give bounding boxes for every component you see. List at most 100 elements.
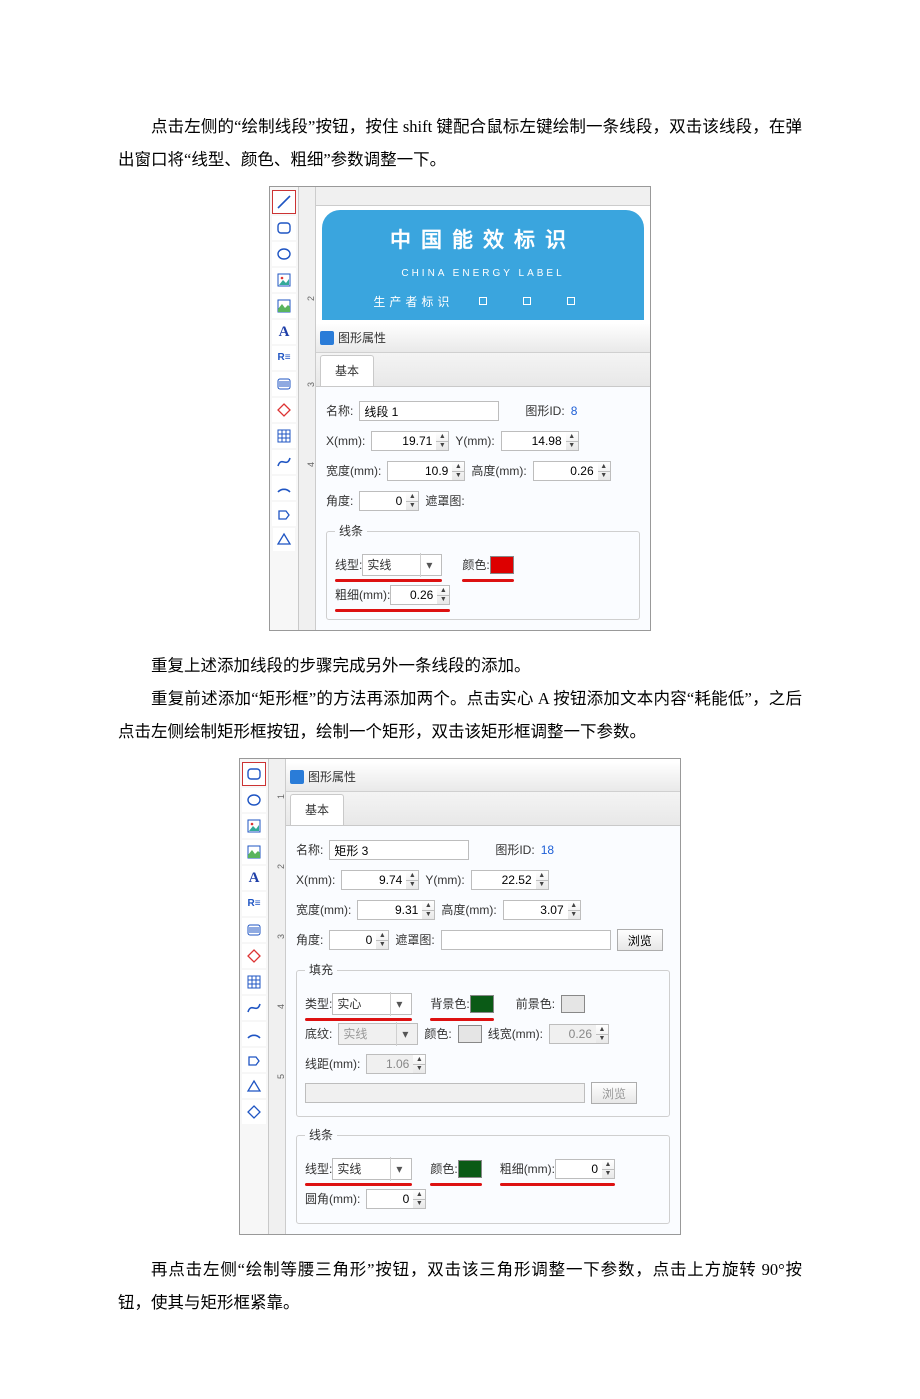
angle-input[interactable] <box>329 930 377 950</box>
label-width: 宽度(mm): <box>296 898 351 922</box>
label-angle: 角度: <box>296 928 323 952</box>
label-cn-title: 中国能效标识 <box>328 220 638 262</box>
curve-tool-button[interactable] <box>242 996 266 1020</box>
selection-handle[interactable] <box>567 297 575 305</box>
linegap-spinner: ▲▼ <box>413 1054 426 1074</box>
label-producer-row: 生产者标识 <box>328 290 638 314</box>
canvas-area: 图形属性 基本 名称: 图形ID: 18 X(mm): ▲▼ <box>286 759 680 1234</box>
pattern-select: 实线▾ <box>338 1023 418 1045</box>
filltype-select[interactable]: 实心▾ <box>332 993 412 1015</box>
table-tool-button[interactable] <box>242 970 266 994</box>
y-spinner[interactable]: ▲▼ <box>536 870 549 890</box>
linegap-input <box>366 1054 414 1074</box>
fill-group: 填充 类型: 实心▾ 背景色: 前景 <box>296 958 670 1117</box>
x-spinner[interactable]: ▲▼ <box>436 431 449 451</box>
polygon-tool-button[interactable] <box>272 502 296 526</box>
corner-input[interactable] <box>366 1189 414 1209</box>
barcode-tool-button[interactable] <box>272 372 296 396</box>
paragraph-3: 重复前述添加“矩形框”的方法再添加两个。点击实心 A 按钮添加文本内容“耗能低”… <box>118 682 802 748</box>
panel-title: 图形属性 <box>308 765 356 789</box>
text-tool-button[interactable]: A <box>242 866 266 890</box>
image-tool-button[interactable] <box>272 268 296 292</box>
ellipse-tool-button[interactable] <box>272 242 296 266</box>
vertical-ruler: 1 2 3 4 5 <box>269 759 286 1234</box>
barcode-tool-button[interactable] <box>242 918 266 942</box>
picture-tool-button[interactable] <box>272 294 296 318</box>
angle-spinner[interactable]: ▲▼ <box>376 930 389 950</box>
bgcolor-swatch[interactable] <box>470 995 494 1013</box>
height-input[interactable] <box>533 461 599 481</box>
panel-icon <box>290 770 304 784</box>
fgcolor-swatch[interactable] <box>561 995 585 1013</box>
mask-input[interactable] <box>441 930 611 950</box>
angle-spinner[interactable]: ▲▼ <box>406 491 419 511</box>
name-input[interactable] <box>329 840 469 860</box>
toolbar: A R≡ <box>270 187 299 630</box>
x-input[interactable] <box>371 431 437 451</box>
color-swatch[interactable] <box>490 556 514 574</box>
triangle-tool-button[interactable] <box>242 1074 266 1098</box>
angle-input[interactable] <box>359 491 407 511</box>
curve-tool-button[interactable] <box>272 450 296 474</box>
height-spinner[interactable]: ▲▼ <box>568 900 581 920</box>
label-graphid: 图形ID: <box>525 399 564 423</box>
ellipse-tool-button[interactable] <box>242 788 266 812</box>
properties-panel: 图形属性 基本 名称: 图形ID: 8 X(mm): ▲▼ <box>316 324 650 630</box>
rounded-rect-tool-button[interactable] <box>272 216 296 240</box>
rounded-rect-tool-button[interactable] <box>242 762 266 786</box>
browse-button[interactable]: 浏览 <box>617 929 663 951</box>
label-x: X(mm): <box>296 868 335 892</box>
image-tool-button[interactable] <box>242 814 266 838</box>
width-spinner[interactable]: ▲▼ <box>452 461 465 481</box>
thickness-input[interactable] <box>390 585 438 605</box>
line-tool-button[interactable] <box>272 190 296 214</box>
label-y: Y(mm): <box>425 868 464 892</box>
height-input[interactable] <box>503 900 569 920</box>
tab-basic[interactable]: 基本 <box>320 355 374 386</box>
arc-tool-button[interactable] <box>272 476 296 500</box>
line-color-swatch[interactable] <box>458 1160 482 1178</box>
graphid-value: 8 <box>571 399 578 423</box>
label-filltype: 类型: <box>305 992 332 1016</box>
thickness-input[interactable] <box>555 1159 603 1179</box>
canvas-area: 中国能效标识 CHINA ENERGY LABEL 生产者标识 图形属性 基本 <box>316 187 650 630</box>
polygon-tool-button[interactable] <box>242 1048 266 1072</box>
height-spinner[interactable]: ▲▼ <box>598 461 611 481</box>
diamond-tool-button[interactable] <box>242 1100 266 1124</box>
stamp-tool-button[interactable] <box>242 944 266 968</box>
richtext-tool-button[interactable]: R≡ <box>272 346 296 370</box>
label-mask: 遮罩图: <box>425 489 464 513</box>
table-tool-button[interactable] <box>272 424 296 448</box>
thickness-spinner[interactable]: ▲▼ <box>602 1159 615 1179</box>
x-spinner[interactable]: ▲▼ <box>406 870 419 890</box>
label-linetype: 线型: <box>305 1157 332 1181</box>
form-body: 名称: 图形ID: 18 X(mm): ▲▼ Y(mm): ▲▼ 宽度(mm): <box>286 826 680 1234</box>
width-input[interactable] <box>357 900 423 920</box>
name-input[interactable] <box>359 401 499 421</box>
arc-tool-button[interactable] <box>242 1022 266 1046</box>
triangle-tool-button[interactable] <box>273 528 295 551</box>
picture-tool-button[interactable] <box>242 840 266 864</box>
linetype-select[interactable]: 实线▾ <box>362 554 442 576</box>
linetype-select[interactable]: 实线▾ <box>332 1158 412 1180</box>
stamp-tool-button[interactable] <box>272 398 296 422</box>
width-spinner[interactable]: ▲▼ <box>422 900 435 920</box>
text-tool-button[interactable]: A <box>272 320 296 344</box>
line-group: 线条 线型: 实线▾ 颜色: <box>296 1123 670 1224</box>
properties-panel: 图形属性 基本 名称: 图形ID: 18 X(mm): ▲▼ <box>286 763 680 1234</box>
y-input[interactable] <box>471 870 537 890</box>
richtext-tool-button[interactable]: R≡ <box>242 892 266 916</box>
tab-basic[interactable]: 基本 <box>290 794 344 825</box>
y-spinner[interactable]: ▲▼ <box>566 431 579 451</box>
x-input[interactable] <box>341 870 407 890</box>
y-input[interactable] <box>501 431 567 451</box>
selection-handle[interactable] <box>479 297 487 305</box>
selection-handle[interactable] <box>523 297 531 305</box>
panel-icon <box>320 331 334 345</box>
tab-row: 基本 <box>286 792 680 826</box>
corner-spinner[interactable]: ▲▼ <box>413 1189 426 1209</box>
width-input[interactable] <box>387 461 453 481</box>
thickness-spinner[interactable]: ▲▼ <box>437 585 450 605</box>
label-pattern-color: 颜色: <box>424 1022 451 1046</box>
energy-label-card: 中国能效标识 CHINA ENERGY LABEL 生产者标识 <box>322 210 644 320</box>
